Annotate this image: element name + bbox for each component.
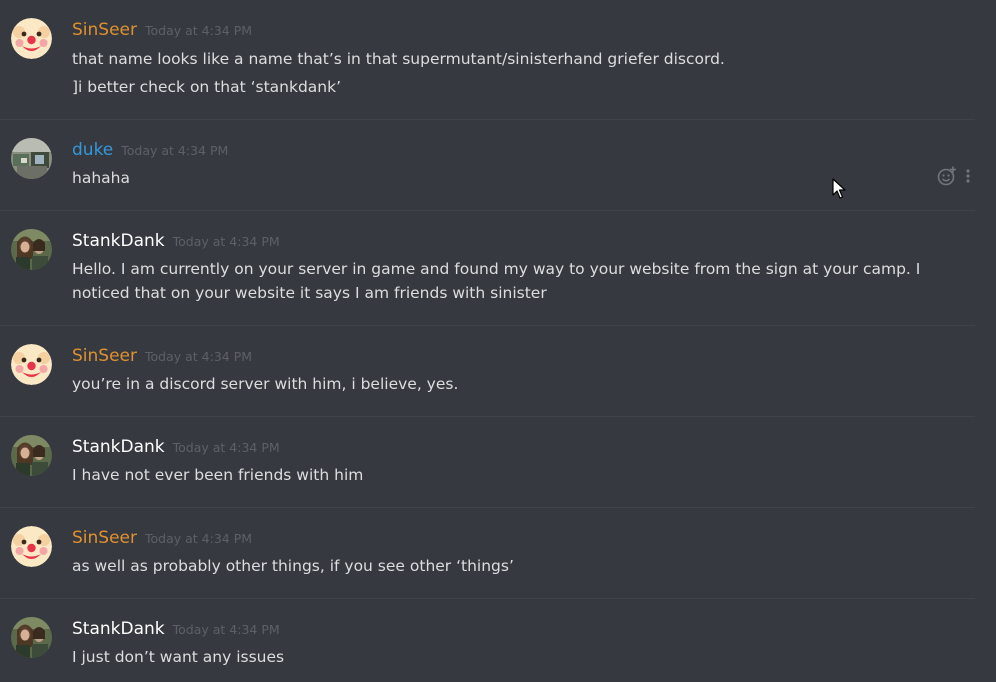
message-group: duke Today at 4:34 PM hahaha <box>0 120 975 211</box>
avatar-clown[interactable] <box>11 344 52 385</box>
avatar-duke[interactable] <box>11 138 52 179</box>
message-header: SinSeer Today at 4:34 PM <box>72 528 252 548</box>
mouse-cursor-icon <box>832 178 846 204</box>
message-text: hahaha <box>72 169 130 187</box>
username[interactable]: duke <box>72 140 113 160</box>
add-reaction-icon[interactable] <box>936 165 958 187</box>
username[interactable]: SinSeer <box>72 20 137 40</box>
timestamp: Today at 4:34 PM <box>121 143 229 158</box>
message-text: noticed that on your website it says I a… <box>72 284 547 302</box>
chat-messages: SinSeer Today at 4:34 PM that name looks… <box>0 0 996 682</box>
message-group: StankDank Today at 4:34 PM I just don’t … <box>0 599 975 682</box>
avatar-stankdank[interactable] <box>11 435 52 476</box>
message-group: SinSeer Today at 4:34 PM that name looks… <box>0 0 975 120</box>
message-header: StankDank Today at 4:34 PM <box>72 231 280 251</box>
message-text: ]i better check on that ‘stankdank’ <box>72 78 342 96</box>
timestamp: Today at 4:34 PM <box>172 440 280 455</box>
timestamp: Today at 4:34 PM <box>172 622 280 637</box>
avatar-stankdank[interactable] <box>11 617 52 658</box>
username[interactable]: StankDank <box>72 437 165 457</box>
message-hover-actions <box>936 165 975 187</box>
message-text: you’re in a discord server with him, i b… <box>72 375 459 393</box>
avatar-stankdank[interactable] <box>11 229 52 270</box>
timestamp: Today at 4:34 PM <box>145 531 253 546</box>
message-group: SinSeer Today at 4:34 PM you’re in a dis… <box>0 326 975 417</box>
username[interactable]: SinSeer <box>72 528 137 548</box>
timestamp: Today at 4:34 PM <box>172 234 280 249</box>
message-header: StankDank Today at 4:34 PM <box>72 619 280 639</box>
username[interactable]: StankDank <box>72 231 165 251</box>
username[interactable]: SinSeer <box>72 346 137 366</box>
message-header: StankDank Today at 4:34 PM <box>72 437 280 457</box>
username[interactable]: StankDank <box>72 619 165 639</box>
message-group: StankDank Today at 4:34 PM I have not ev… <box>0 417 975 508</box>
message-text: that name looks like a name that’s in th… <box>72 50 725 68</box>
message-text: I just don’t want any issues <box>72 648 285 666</box>
message-text: as well as probably other things, if you… <box>72 557 514 575</box>
message-text: Hello. I am currently on your server in … <box>72 260 921 278</box>
message-text: I have not ever been friends with him <box>72 466 364 484</box>
timestamp: Today at 4:34 PM <box>145 349 253 364</box>
message-header: duke Today at 4:34 PM <box>72 140 228 160</box>
message-header: SinSeer Today at 4:34 PM <box>72 20 252 40</box>
message-header: SinSeer Today at 4:34 PM <box>72 346 252 366</box>
message-group: StankDank Today at 4:34 PM Hello. I am c… <box>0 211 975 326</box>
avatar-clown[interactable] <box>11 526 52 567</box>
more-options-icon[interactable] <box>961 165 975 187</box>
message-group: SinSeer Today at 4:34 PM as well as prob… <box>0 508 975 599</box>
avatar-clown[interactable] <box>11 18 52 59</box>
timestamp: Today at 4:34 PM <box>145 23 253 38</box>
